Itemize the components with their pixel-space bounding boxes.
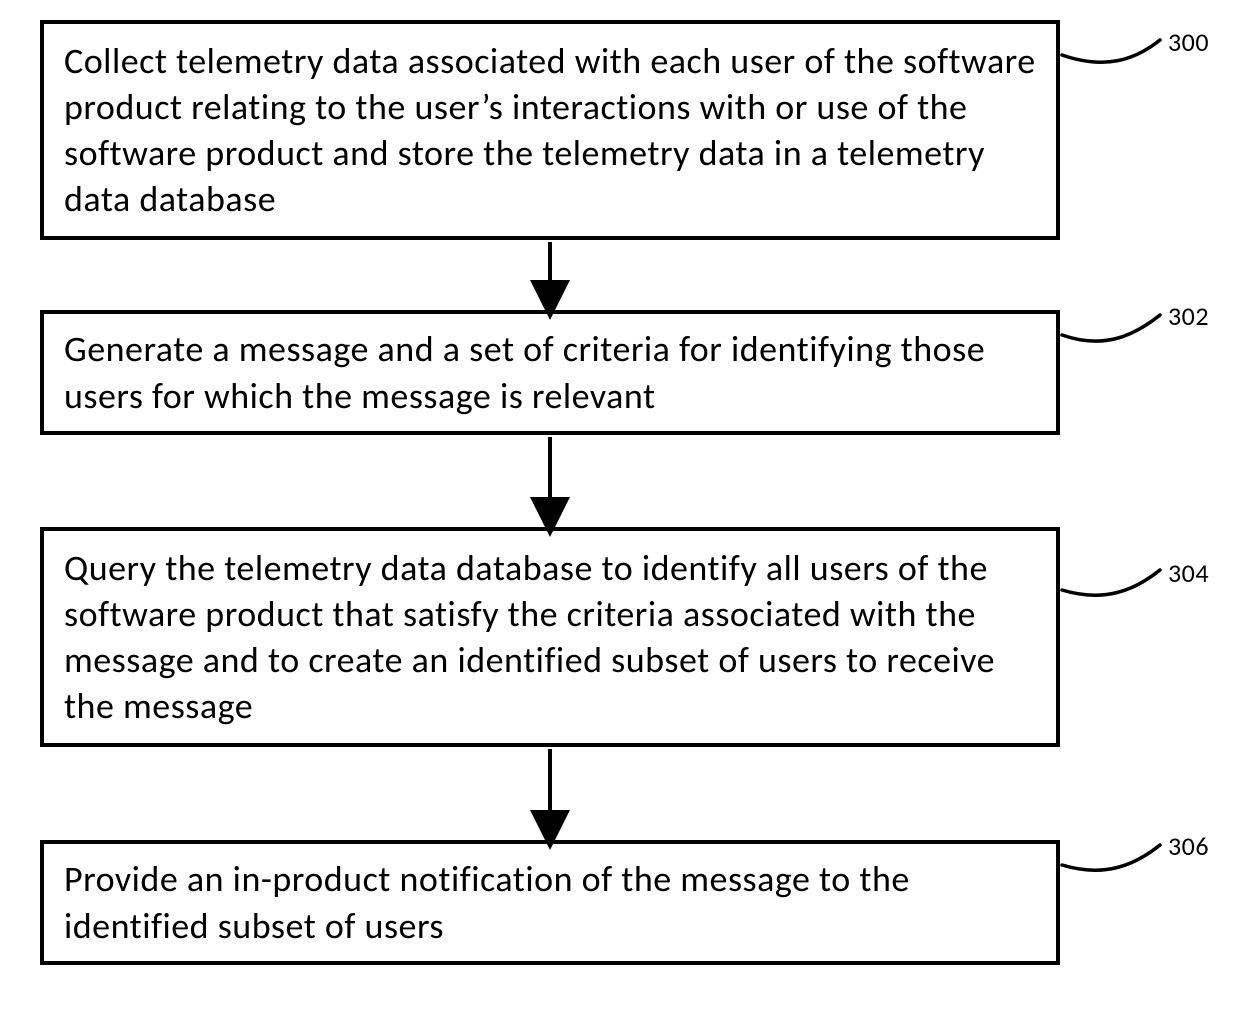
reference-label-302: 302 [1168,300,1209,332]
flowchart-step-text: Generate a message and a set of criteria… [64,326,1036,418]
reference-leader [1062,570,1160,595]
reference-label-306: 306 [1168,830,1209,862]
reference-leader [1062,845,1160,870]
reference-leader [1062,40,1160,62]
flowchart-step-302: Generate a message and a set of criteria… [40,310,1060,435]
reference-leader [1062,315,1160,341]
flowchart-step-text: Query the telemetry data database to ide… [64,545,1036,729]
flowchart-step-text: Collect telemetry data associated with e… [64,38,1036,222]
flowchart-step-300: Collect telemetry data associated with e… [40,20,1060,240]
reference-label-300: 300 [1168,26,1209,58]
flowchart-step-304: Query the telemetry data database to ide… [40,527,1060,747]
flowchart-canvas: Collect telemetry data associated with e… [0,0,1240,1035]
flowchart-step-306: Provide an in-product notification of th… [40,840,1060,965]
reference-label-304: 304 [1168,557,1209,589]
flowchart-step-text: Provide an in-product notification of th… [64,856,1036,948]
